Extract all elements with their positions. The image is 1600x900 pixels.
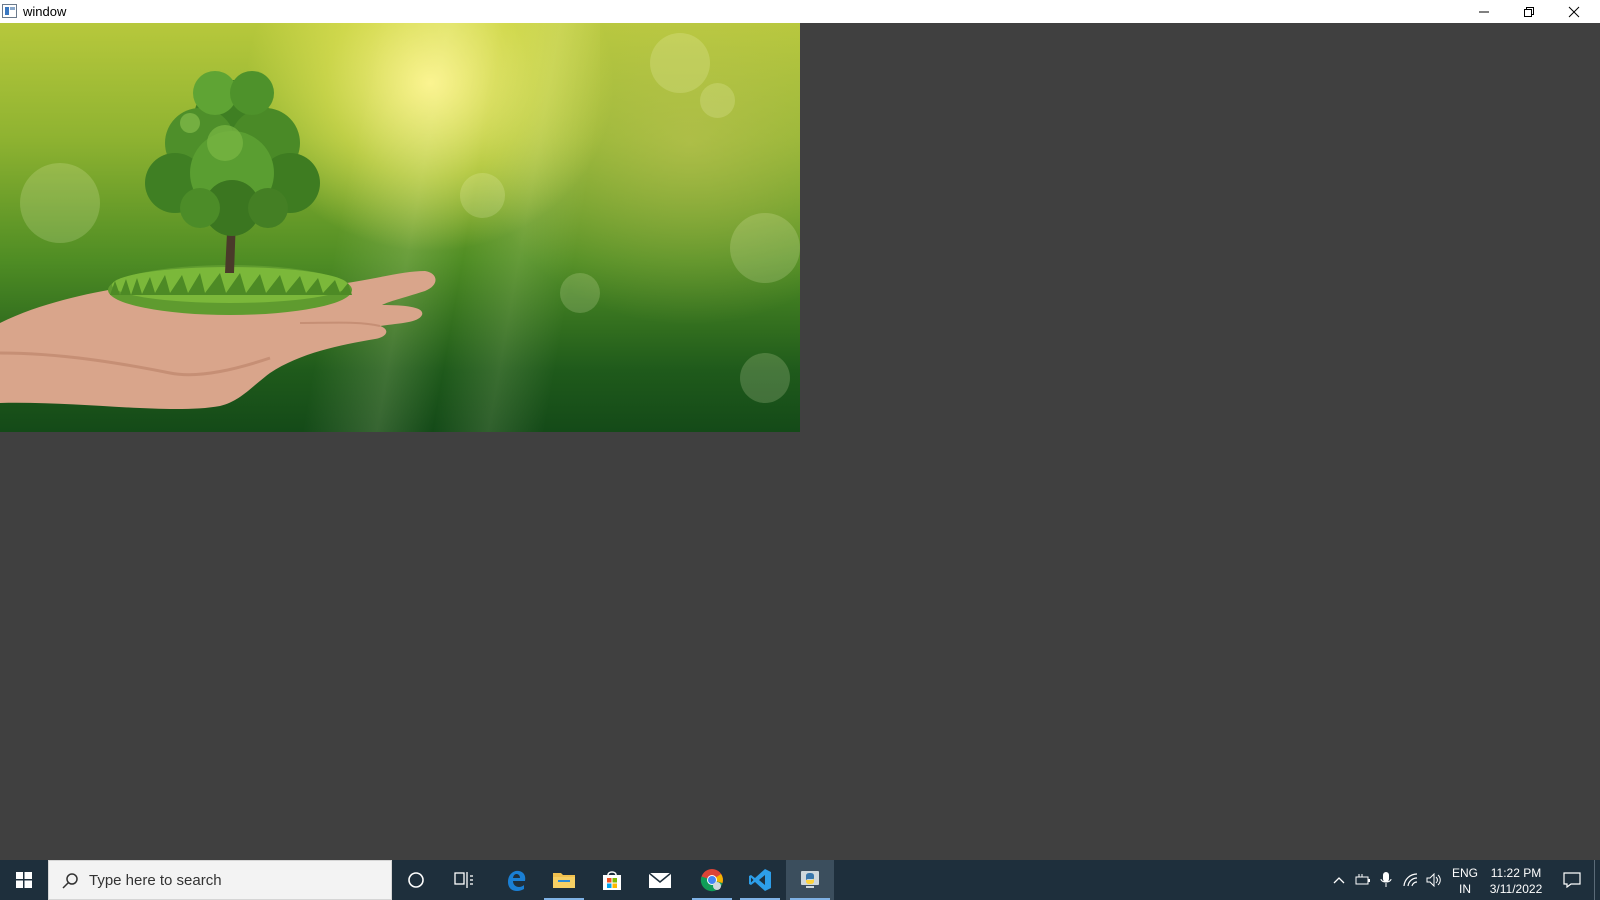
taskbar: Type here to search ENG IN 11:22 PM 3/11… <box>0 860 1600 900</box>
app-window-icon[interactable] <box>2 4 17 18</box>
clock-date: 3/11/2022 <box>1489 882 1543 896</box>
speaker-icon <box>1426 873 1441 887</box>
cortana-button[interactable] <box>392 860 440 900</box>
taskbar-app-edge[interactable] <box>492 860 540 900</box>
restore-icon <box>1524 6 1534 17</box>
language-code: ENG <box>1451 866 1478 880</box>
input-language-indicator[interactable]: ENG IN <box>1448 865 1482 897</box>
search-icon <box>62 873 78 889</box>
start-button[interactable] <box>0 860 48 900</box>
minimize-button[interactable] <box>1461 0 1507 23</box>
windows-logo-icon <box>16 872 32 888</box>
taskbar-app-python[interactable] <box>786 860 834 900</box>
minimize-icon <box>1479 11 1489 12</box>
hand-and-tree-illustration <box>0 71 436 410</box>
task-view-button[interactable] <box>440 860 488 900</box>
microphone-tray-button[interactable] <box>1375 860 1397 900</box>
taskbar-app-vscode[interactable] <box>736 860 784 900</box>
taskbar-app-chrome[interactable] <box>688 860 736 900</box>
window-title-bar[interactable]: window <box>0 0 1600 23</box>
task-view-icon <box>454 872 473 888</box>
chrome-icon <box>700 869 723 892</box>
battery-tray-button[interactable] <box>1352 860 1374 900</box>
microphone-icon <box>1380 872 1392 887</box>
volume-tray-button[interactable] <box>1423 860 1445 900</box>
restore-button[interactable] <box>1506 0 1552 23</box>
search-placeholder: Type here to search <box>89 872 222 889</box>
show-desktop-button[interactable] <box>1594 860 1600 900</box>
close-icon <box>1568 6 1580 17</box>
mail-icon <box>648 872 672 888</box>
cortana-circle-icon <box>408 872 424 888</box>
photo-hand-holding-tree <box>0 23 800 432</box>
vscode-icon <box>749 869 771 891</box>
show-hidden-icons-button[interactable] <box>1328 860 1350 900</box>
window-title: window <box>23 4 67 19</box>
taskbar-app-store[interactable] <box>588 860 636 900</box>
wifi-icon <box>1403 873 1418 887</box>
window-canvas <box>0 23 1600 860</box>
language-region: IN <box>1459 882 1471 896</box>
taskbar-app-mail[interactable] <box>636 860 684 900</box>
edge-icon <box>508 870 526 891</box>
clock-time: 11:22 PM <box>1490 866 1542 880</box>
battery-icon <box>1355 874 1370 885</box>
action-center-button[interactable] <box>1556 860 1588 900</box>
python-icon <box>801 871 819 888</box>
taskbar-search-box[interactable]: Type here to search <box>48 860 392 900</box>
taskbar-clock[interactable]: 11:22 PM 3/11/2022 <box>1484 865 1548 897</box>
folder-icon <box>553 873 575 888</box>
close-button[interactable] <box>1551 0 1597 23</box>
chevron-up-icon <box>1333 877 1345 884</box>
notification-icon <box>1563 872 1581 888</box>
network-tray-button[interactable] <box>1400 860 1422 900</box>
store-icon <box>603 871 621 890</box>
taskbar-app-file-explorer[interactable] <box>540 860 588 900</box>
